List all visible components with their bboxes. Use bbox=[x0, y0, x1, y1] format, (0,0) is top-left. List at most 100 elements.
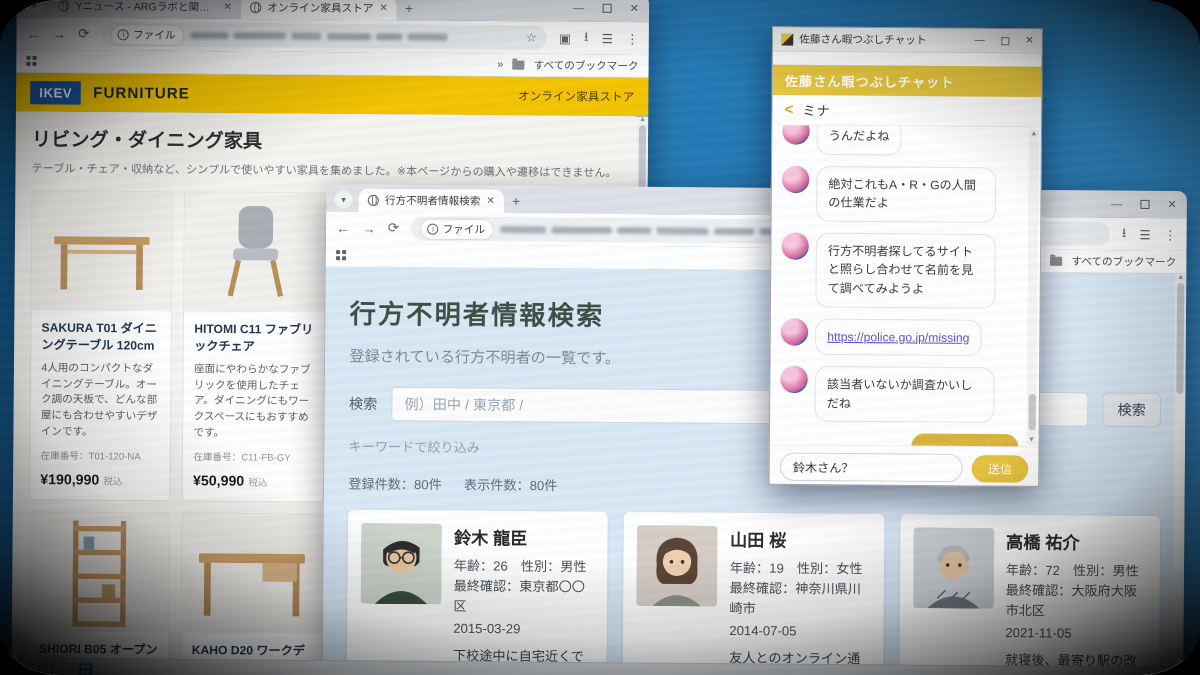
maximize-icon[interactable] bbox=[1001, 37, 1009, 45]
chat-message: うんだよね bbox=[782, 125, 1021, 156]
back-icon[interactable]: ← bbox=[27, 26, 41, 41]
contact-name: ミナ bbox=[802, 100, 830, 119]
reload-icon[interactable]: ⟳ bbox=[78, 26, 90, 42]
chat-input-row: 送信 bbox=[770, 444, 1039, 490]
calculator-icon[interactable] bbox=[79, 663, 92, 675]
globe-icon bbox=[368, 195, 379, 206]
store-logo: IKEV bbox=[30, 81, 81, 105]
browser-toolbar: ← → ⟳ i ファイル ☆ ▣ bbox=[16, 17, 648, 54]
chat-contact-bar: < ミナ bbox=[772, 95, 1041, 127]
globe-icon bbox=[58, 0, 69, 11]
info-icon: i bbox=[118, 29, 129, 40]
search-icon[interactable] bbox=[0, 664, 13, 675]
product-image-desk bbox=[182, 513, 323, 633]
address-bar[interactable]: i ファイル ☆ bbox=[102, 22, 547, 50]
back-icon[interactable]: < bbox=[785, 101, 794, 118]
contact-avatar bbox=[781, 318, 808, 345]
reload-icon[interactable]: ⟳ bbox=[388, 220, 400, 236]
maximize-icon[interactable] bbox=[1140, 200, 1149, 209]
globe-icon bbox=[250, 2, 261, 13]
chat-message: 該当者いないか調査かいしだね bbox=[780, 366, 1019, 424]
missing-persons-page: 行方不明者情報検索 登録されている行方不明者の一覧です。 検索 検索 キーワード… bbox=[323, 267, 1187, 675]
tab-search-chevron-icon[interactable]: ▾ bbox=[334, 190, 352, 208]
missing-person-card[interactable]: 鈴木 龍臣 年齢：26 性別：男性 最終確認：東京都〇〇区 2015-03-29… bbox=[346, 510, 608, 675]
chat-message: 絶対これもA・R・Gの人間の仕業だよ bbox=[782, 165, 1021, 223]
close-tab-icon[interactable]: ✕ bbox=[223, 2, 232, 13]
back-icon[interactable]: ← bbox=[336, 220, 350, 235]
person-photo bbox=[361, 523, 442, 604]
chat-app-icon bbox=[781, 33, 793, 45]
person-photo bbox=[913, 527, 994, 608]
chat-header: 佐藤さん暇つぶしチャット bbox=[773, 65, 1042, 97]
forward-icon[interactable]: → bbox=[52, 26, 66, 41]
all-bookmarks-label[interactable]: すべてのブックマーク bbox=[1071, 253, 1176, 269]
chat-titlebar: 佐藤さん暇つぶしチャット — ✕ bbox=[773, 27, 1042, 53]
tab-news[interactable]: Yニュース - ARGラボと関連ニュース ✕ bbox=[49, 0, 241, 19]
product-card[interactable]: HITOMI C11 ファブリックチェア 座面にやわらかなファブリックを使用した… bbox=[182, 191, 326, 502]
person-photo bbox=[637, 525, 718, 606]
new-tab-icon[interactable]: + bbox=[405, 0, 413, 16]
message-list: うんだよね 絶対これもA・R・Gの人間の仕業だよ 行方不明者探してるサイトと照ら… bbox=[770, 125, 1041, 446]
product-image-table bbox=[32, 191, 173, 311]
product-image-shelf bbox=[29, 512, 170, 632]
page-subtitle: テーブル・チェア・収納など、シンプルで使いやすい家具を集めました。※本ページから… bbox=[32, 160, 632, 181]
info-icon: i bbox=[427, 223, 438, 234]
search-label: 検索 bbox=[349, 394, 377, 414]
scrollbar[interactable]: ▲▼ bbox=[1026, 129, 1039, 444]
chat-message: https://police.go.jp/missing bbox=[781, 318, 1020, 357]
minimize-icon[interactable]: — bbox=[1111, 198, 1122, 210]
more-menu-icon[interactable]: ⋮ bbox=[1164, 227, 1177, 242]
close-icon[interactable]: ✕ bbox=[1167, 198, 1176, 211]
page-title: リビング・ダイニング家具 bbox=[32, 124, 632, 156]
new-tab-icon[interactable]: + bbox=[512, 193, 520, 209]
forward-icon[interactable]: → bbox=[362, 220, 376, 235]
chat-message: 行方不明者探してるサイトと照らし合わせて名前を見て調べてみようよ bbox=[781, 232, 1020, 308]
reading-list-icon[interactable]: ☰ bbox=[602, 30, 613, 45]
reading-list-icon[interactable]: ☰ bbox=[1139, 227, 1150, 242]
file-protocol-chip: i ファイル bbox=[421, 219, 493, 239]
contact-avatar bbox=[782, 125, 809, 144]
product-card[interactable]: KAHO D20 ワークデスク 100cm ノートPC作業に最適なコンパクトデス… bbox=[180, 512, 323, 664]
contact-avatar bbox=[782, 165, 809, 192]
apps-grid-icon[interactable] bbox=[26, 56, 36, 66]
contact-avatar bbox=[780, 366, 807, 393]
download-icon[interactable]: ⭳ bbox=[584, 27, 589, 48]
maximize-icon[interactable] bbox=[602, 4, 611, 13]
minimize-icon[interactable]: — bbox=[975, 35, 985, 46]
product-card[interactable]: SAKURA T01 ダイニングテーブル 120cm 4人用のコンパクトなダイニ… bbox=[29, 190, 173, 501]
taskview-icon[interactable] bbox=[39, 665, 53, 675]
download-icon[interactable]: ⭳ bbox=[1122, 223, 1127, 244]
chat-link[interactable]: https://police.go.jp/missing bbox=[827, 329, 969, 344]
extensions-icon[interactable]: ▣ bbox=[559, 30, 571, 45]
search-button[interactable]: 検索 bbox=[1102, 392, 1161, 427]
missing-person-card[interactable]: 山田 桜 年齢：19 性別：女性 最終確認：神奈川県川崎市 2014-07-05… bbox=[622, 512, 884, 675]
tab-furniture-store[interactable]: オンライン家具ストア ✕ bbox=[241, 0, 397, 20]
all-bookmarks-label[interactable]: すべてのブックマーク bbox=[534, 57, 639, 73]
overflow-chevrons-icon[interactable]: » bbox=[497, 58, 503, 70]
folder-icon bbox=[512, 60, 524, 69]
screen: ▾ Yニュース - ARGラボと関連ニュース ✕ オンライン家具ストア ✕ + … bbox=[0, 0, 1200, 675]
close-icon[interactable]: ✕ bbox=[630, 2, 639, 15]
minimize-icon[interactable]: — bbox=[573, 2, 584, 14]
bookmark-star-icon[interactable]: ☆ bbox=[526, 30, 537, 44]
apps-grid-icon[interactable] bbox=[336, 250, 346, 260]
contact-avatar bbox=[781, 232, 808, 259]
send-button[interactable]: 送信 bbox=[972, 455, 1029, 483]
tab-search-chevron-icon[interactable]: ▾ bbox=[25, 0, 43, 14]
scrollbar[interactable]: ▲ bbox=[1172, 274, 1186, 675]
close-tab-icon[interactable]: ✕ bbox=[486, 196, 495, 207]
tab-missing-persons[interactable]: 行方不明者情報検索 ✕ bbox=[359, 189, 505, 213]
folder-icon bbox=[1050, 256, 1062, 265]
chat-message-outgoing: えー分かんない bbox=[780, 433, 1019, 447]
crt-monitor: ▾ Yニュース - ARGラボと関連ニュース ✕ オンライン家具ストア ✕ + … bbox=[0, 0, 1200, 675]
desktop: ▾ Yニュース - ARGラボと関連ニュース ✕ オンライン家具ストア ✕ + … bbox=[0, 0, 1200, 675]
more-menu-icon[interactable]: ⋮ bbox=[626, 31, 639, 46]
product-card[interactable]: SHIORI B05 オープンシェルフ 5段 本や雑貨を飾れるオープンタイプの収… bbox=[27, 511, 170, 664]
chat-window: 佐藤さん暇つぶしチャット — ✕ 佐藤さん暇つぶしチャット < ミナ bbox=[769, 26, 1043, 487]
chat-message-input[interactable] bbox=[780, 453, 963, 483]
missing-person-card[interactable]: 高橋 祐介 年齢：72 性別：男性 最終確認：大阪府大阪市北区 2021-11-… bbox=[898, 514, 1160, 675]
file-protocol-chip: i ファイル bbox=[112, 25, 184, 45]
close-icon[interactable]: ✕ bbox=[1025, 35, 1034, 46]
missing-persons-browser-window: ▾ 行方不明者情報検索 ✕ + — ✕ ← → bbox=[323, 184, 1187, 675]
close-tab-icon[interactable]: ✕ bbox=[379, 3, 388, 14]
